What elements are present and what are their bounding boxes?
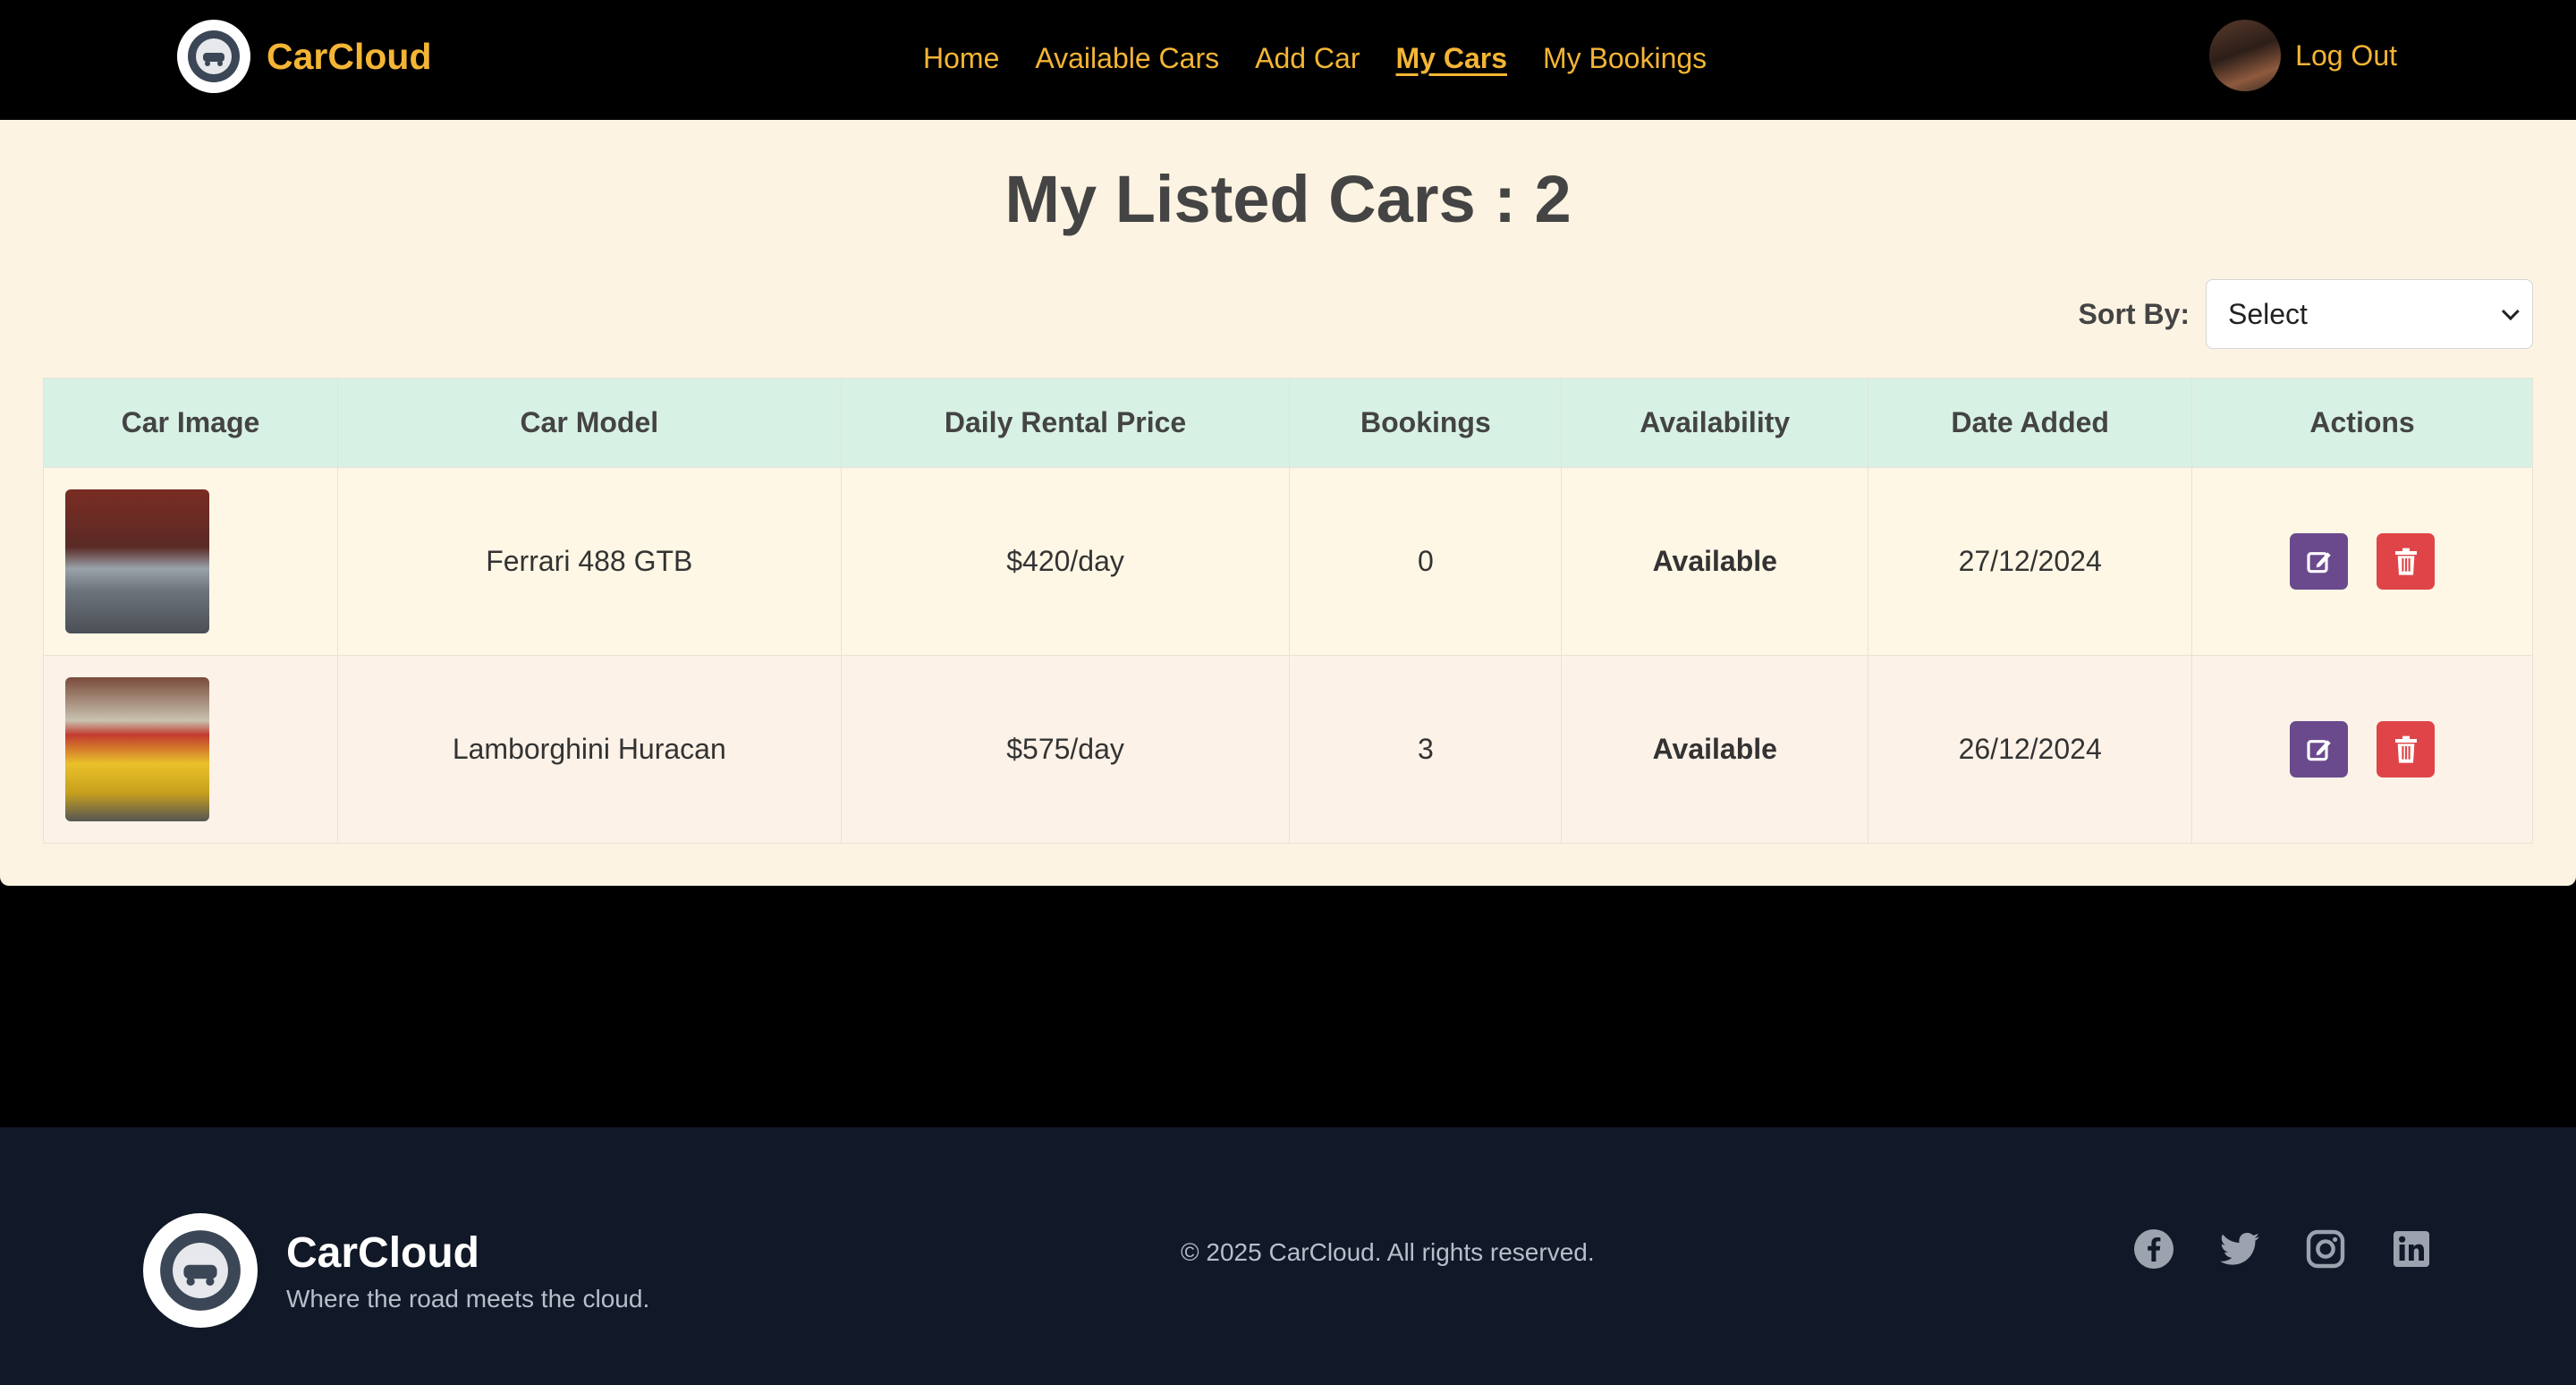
trash-icon <box>2394 735 2417 763</box>
header-car-image: Car Image <box>43 378 338 468</box>
header-daily-rental-price: Daily Rental Price <box>840 378 1291 468</box>
main-panel: My Listed Cars : 2 Sort By: Select Car I… <box>0 120 2576 886</box>
table-header-row: Car Image Car Model Daily Rental Price B… <box>43 378 2533 468</box>
header-car-model: Car Model <box>336 378 842 468</box>
footer-tagline: Where the road meets the cloud. <box>286 1284 650 1313</box>
footer-brand: CarCloud Where the road meets the cloud. <box>143 1213 649 1328</box>
delete-button[interactable] <box>2377 533 2436 590</box>
car-bookings: 3 <box>1289 655 1563 844</box>
sort-select-value: Select <box>2228 297 2308 330</box>
copyright: © 2025 CarCloud. All rights reserved. <box>1181 1238 1595 1266</box>
facebook-icon[interactable] <box>2132 1228 2175 1270</box>
footer-brand-name: CarCloud <box>286 1228 479 1277</box>
actions-cell <box>2191 467 2533 656</box>
car-availability: Available <box>1561 467 1869 656</box>
nav-link-home[interactable]: Home <box>923 42 999 75</box>
chevron-down-icon <box>2501 302 2520 321</box>
sort-row: Sort By: Select <box>2079 279 2533 349</box>
car-model: Lamborghini Huracan <box>336 655 842 844</box>
header-date-added: Date Added <box>1868 378 2193 468</box>
navbar: CarCloud Home Available Cars Add Car My … <box>0 0 2576 120</box>
car-availability: Available <box>1561 655 1869 844</box>
page-title: My Listed Cars : 2 <box>1004 162 1572 236</box>
car-image <box>65 677 209 821</box>
header-availability: Availability <box>1561 378 1869 468</box>
nav-link-available-cars[interactable]: Available Cars <box>1035 42 1219 75</box>
car-image-cell <box>43 467 338 656</box>
carcloud-logo-icon <box>143 1213 258 1328</box>
social-links <box>2132 1228 2433 1270</box>
linkedin-icon[interactable] <box>2390 1228 2433 1270</box>
car-bookings: 0 <box>1289 467 1563 656</box>
car-date-added: 26/12/2024 <box>1868 655 2193 844</box>
header-actions: Actions <box>2191 378 2533 468</box>
cars-table: Car Image Car Model Daily Rental Price B… <box>43 378 2533 844</box>
car-price: $420/day <box>840 467 1291 656</box>
sort-label: Sort By: <box>2078 297 2190 330</box>
edit-button[interactable] <box>2290 533 2349 590</box>
logout-button[interactable]: Log Out <box>2295 39 2397 72</box>
table-row: Lamborghini Huracan $575/day 3 Available… <box>43 655 2533 844</box>
table-row: Ferrari 488 GTB $420/day 0 Available 27/… <box>43 467 2533 656</box>
nav-link-my-bookings[interactable]: My Bookings <box>1543 42 1707 75</box>
nav-link-add-car[interactable]: Add Car <box>1255 42 1360 75</box>
footer: CarCloud Where the road meets the cloud.… <box>0 1127 2576 1385</box>
instagram-icon[interactable] <box>2304 1228 2347 1270</box>
actions-cell <box>2191 655 2533 844</box>
nav-link-my-cars[interactable]: My Cars <box>1395 42 1507 75</box>
brand[interactable]: CarCloud <box>177 20 432 93</box>
edit-icon <box>2306 739 2331 760</box>
car-image-cell <box>43 655 338 844</box>
user-area: Log Out <box>2209 20 2397 91</box>
car-image <box>65 489 209 633</box>
edit-button[interactable] <box>2290 721 2349 777</box>
carcloud-logo-icon <box>177 20 250 93</box>
avatar[interactable] <box>2209 20 2282 91</box>
twitter-icon[interactable] <box>2218 1228 2261 1270</box>
sort-select[interactable]: Select <box>2206 279 2533 349</box>
nav-links: Home Available Cars Add Car My Cars My B… <box>923 0 1707 116</box>
header-bookings: Bookings <box>1289 378 1563 468</box>
delete-button[interactable] <box>2377 721 2436 777</box>
car-model: Ferrari 488 GTB <box>336 467 842 656</box>
trash-icon <box>2394 548 2417 575</box>
car-date-added: 27/12/2024 <box>1868 467 2193 656</box>
edit-icon <box>2306 551 2331 573</box>
car-price: $575/day <box>840 655 1291 844</box>
brand-name: CarCloud <box>267 35 432 77</box>
